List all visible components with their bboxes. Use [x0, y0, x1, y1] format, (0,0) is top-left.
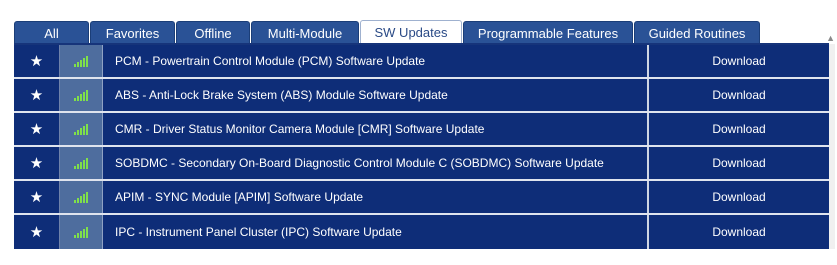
- star-icon[interactable]: ★: [30, 122, 43, 137]
- download-button[interactable]: Download: [649, 181, 829, 213]
- module-name[interactable]: SOBDMC - Secondary On-Board Diagnostic C…: [103, 147, 649, 179]
- download-button[interactable]: Download: [649, 45, 829, 77]
- download-button[interactable]: Download: [649, 215, 829, 249]
- tab-favorites[interactable]: Favorites: [90, 21, 175, 44]
- signal-cell: [60, 45, 103, 77]
- favorite-cell[interactable]: ★: [14, 113, 60, 145]
- table-row[interactable]: ★ PCM - Powertrain Control Module (PCM) …: [14, 45, 829, 79]
- star-icon[interactable]: ★: [30, 156, 43, 171]
- star-icon[interactable]: ★: [30, 54, 43, 69]
- tab-guided-routines[interactable]: Guided Routines: [634, 21, 760, 44]
- signal-cell: [60, 215, 103, 249]
- table-row[interactable]: ★ SOBDMC - Secondary On-Board Diagnostic…: [14, 147, 829, 181]
- signal-cell: [60, 79, 103, 111]
- download-button[interactable]: Download: [649, 113, 829, 145]
- table-row[interactable]: ★ CMR - Driver Status Monitor Camera Mod…: [14, 113, 829, 147]
- favorite-cell[interactable]: ★: [14, 181, 60, 213]
- signal-bars-icon: [74, 191, 88, 203]
- star-icon[interactable]: ★: [30, 190, 43, 205]
- module-name[interactable]: APIM - SYNC Module [APIM] Software Updat…: [103, 181, 649, 213]
- module-name[interactable]: ABS - Anti-Lock Brake System (ABS) Modul…: [103, 79, 649, 111]
- module-name[interactable]: IPC - Instrument Panel Cluster (IPC) Sof…: [103, 215, 649, 249]
- favorite-cell[interactable]: ★: [14, 45, 60, 77]
- tab-sw-updates[interactable]: SW Updates: [360, 20, 462, 44]
- table-row[interactable]: ★ IPC - Instrument Panel Cluster (IPC) S…: [14, 215, 829, 249]
- download-button[interactable]: Download: [649, 79, 829, 111]
- favorite-cell[interactable]: ★: [14, 215, 60, 249]
- tab-all[interactable]: All: [14, 21, 89, 44]
- tab-bar: All Favorites Offline Multi-Module SW Up…: [14, 20, 761, 44]
- tab-multi-module[interactable]: Multi-Module: [251, 21, 359, 44]
- module-name[interactable]: PCM - Powertrain Control Module (PCM) So…: [103, 45, 649, 77]
- signal-bars-icon: [74, 226, 88, 238]
- module-name[interactable]: CMR - Driver Status Monitor Camera Modul…: [103, 113, 649, 145]
- scroll-up-icon[interactable]: ▲: [826, 33, 835, 43]
- favorite-cell[interactable]: ★: [14, 79, 60, 111]
- table-row[interactable]: ★ ABS - Anti-Lock Brake System (ABS) Mod…: [14, 79, 829, 113]
- signal-bars-icon: [74, 123, 88, 135]
- tab-programmable-features[interactable]: Programmable Features: [463, 21, 633, 44]
- tab-offline[interactable]: Offline: [176, 21, 250, 44]
- signal-bars-icon: [74, 55, 88, 67]
- star-icon[interactable]: ★: [30, 225, 43, 240]
- signal-bars-icon: [74, 157, 88, 169]
- table-row[interactable]: ★ APIM - SYNC Module [APIM] Software Upd…: [14, 181, 829, 215]
- signal-cell: [60, 181, 103, 213]
- favorite-cell[interactable]: ★: [14, 147, 60, 179]
- download-button[interactable]: Download: [649, 147, 829, 179]
- star-icon[interactable]: ★: [30, 88, 43, 103]
- scrollbar[interactable]: [829, 44, 835, 249]
- signal-cell: [60, 147, 103, 179]
- signal-bars-icon: [74, 89, 88, 101]
- sw-update-list: ★ PCM - Powertrain Control Module (PCM) …: [14, 45, 829, 249]
- signal-cell: [60, 113, 103, 145]
